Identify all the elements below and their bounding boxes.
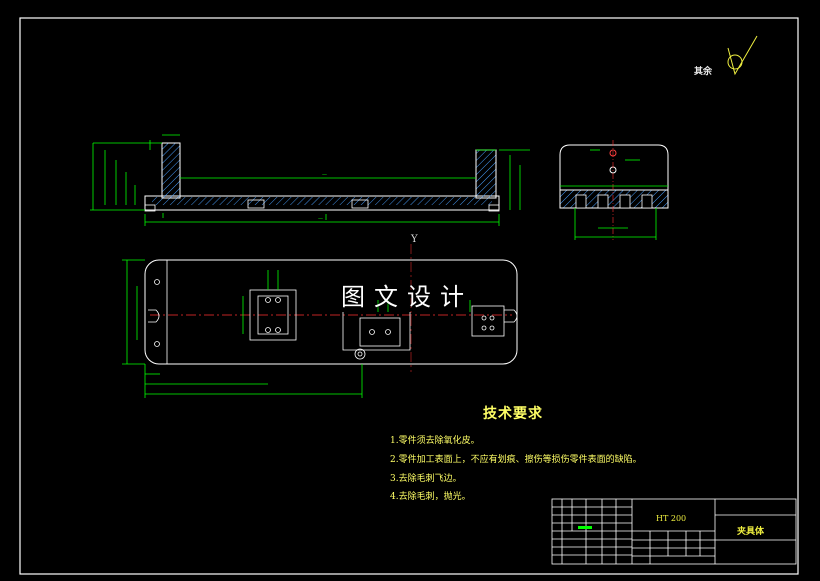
- title-block-part-name: 夹具体: [737, 527, 765, 537]
- side-section-view: [559, 140, 669, 240]
- tech-requirement-item: 2.零件加工表面上，不应有划痕、擦伤等损伤零件表面的缺陷。: [390, 455, 642, 465]
- title-block-mark: [578, 526, 592, 529]
- view-axis-label: Y: [411, 234, 418, 245]
- watermark-text: 图文设计: [341, 283, 473, 311]
- tech-requirements-title: 技术要求: [483, 406, 543, 422]
- roughness-symbol: [727, 35, 758, 76]
- front-section-view: — —: [90, 134, 530, 226]
- title-block-material: HT 200: [656, 514, 687, 523]
- tech-requirement-item: 1.零件须去除氧化皮。: [390, 436, 480, 446]
- tech-requirement-item: 4.去除毛刺，抛光。: [390, 492, 471, 502]
- tech-requirement-item: 3.去除毛刺飞边。: [390, 474, 462, 484]
- svg-text:—: —: [318, 216, 323, 222]
- svg-text:—: —: [322, 172, 327, 178]
- drawing-canvas: — — 其余 Y 图文设计 技术要求 1.零件须去除氧化皮。 2.零件加工表面上…: [0, 0, 820, 581]
- top-view: [122, 244, 518, 398]
- roughness-note: 其余: [694, 67, 713, 77]
